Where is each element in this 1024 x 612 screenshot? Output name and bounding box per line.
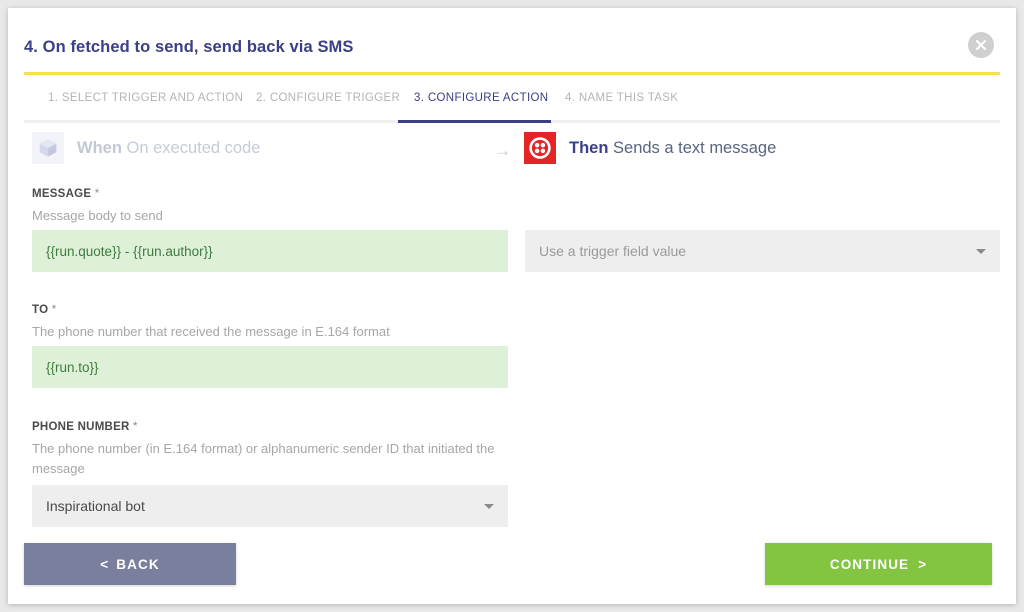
- tab-name-this-task[interactable]: 4. NAME THIS TASK: [565, 92, 678, 104]
- chevron-down-icon: [976, 249, 986, 254]
- chevron-down-icon: [484, 504, 494, 509]
- page-title: 4. On fetched to send, send back via SMS: [24, 38, 354, 56]
- title-divider: [24, 72, 1000, 75]
- tab-active-underline: [398, 120, 551, 123]
- trigger-field-value-label: Use a trigger field value: [539, 243, 687, 259]
- wizard-tabs: 1. SELECT TRIGGER AND ACTION 2. CONFIGUR…: [24, 88, 1000, 122]
- when-block: When On executed code: [32, 132, 260, 164]
- back-button[interactable]: < BACK: [24, 543, 236, 585]
- arrow-right-icon: →: [494, 141, 511, 160]
- task-configuration-modal: 4. On fetched to send, send back via SMS…: [8, 8, 1016, 604]
- to-field-help: The phone number that received the messa…: [32, 324, 390, 339]
- phone-number-select[interactable]: Inspirational bot: [32, 485, 508, 527]
- chevron-left-icon: <: [100, 556, 110, 572]
- message-input[interactable]: [32, 230, 508, 272]
- message-field-help: Message body to send: [32, 208, 163, 223]
- message-field-label: MESSAGE *: [32, 188, 100, 200]
- close-icon[interactable]: [968, 32, 994, 58]
- when-summary-text: When On executed code: [77, 139, 260, 158]
- cube-icon: [32, 132, 64, 164]
- when-label: When: [77, 138, 122, 157]
- then-summary-text: Then Sends a text message: [569, 139, 776, 158]
- chevron-right-icon: >: [918, 556, 928, 572]
- then-value: Sends a text message: [608, 138, 777, 157]
- continue-button[interactable]: CONTINUE >: [765, 543, 992, 585]
- phone-number-selected-label: Inspirational bot: [46, 498, 145, 514]
- trigger-action-summary: When On executed code → Then Sends a tex…: [24, 132, 1000, 172]
- continue-button-label: CONTINUE: [829, 556, 910, 572]
- to-input[interactable]: [32, 346, 508, 388]
- phone-number-field-help: The phone number (in E.164 format) or al…: [32, 441, 495, 476]
- tab-select-trigger-and-action[interactable]: 1. SELECT TRIGGER AND ACTION: [48, 92, 243, 104]
- then-label: Then: [569, 138, 609, 157]
- tab-configure-trigger[interactable]: 2. CONFIGURE TRIGGER: [256, 92, 400, 104]
- back-button-label: BACK: [116, 556, 160, 572]
- when-value: On executed code: [121, 138, 261, 157]
- phone-number-field-label: PHONE NUMBER *: [32, 421, 138, 433]
- then-block: Then Sends a text message: [524, 132, 776, 164]
- tab-configure-action[interactable]: 3. CONFIGURE ACTION: [414, 92, 548, 104]
- trigger-field-value-select[interactable]: Use a trigger field value: [525, 230, 1000, 272]
- twilio-logo-icon: [524, 132, 556, 164]
- to-field-label: TO *: [32, 304, 57, 316]
